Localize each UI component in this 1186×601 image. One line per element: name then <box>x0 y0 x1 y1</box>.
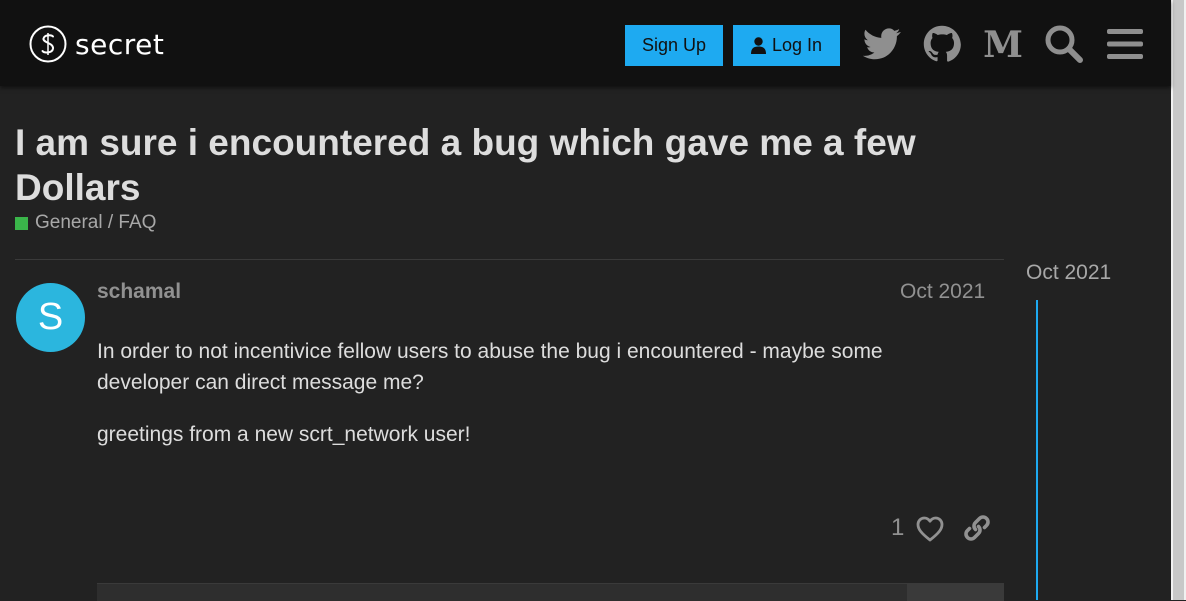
log-in-label: Log In <box>771 35 823 55</box>
like-count[interactable]: 1 <box>891 514 904 542</box>
log-in-button[interactable]: Log In <box>733 25 840 66</box>
medium-icon[interactable]: M <box>983 24 1023 64</box>
category-label: General / FAQ <box>35 212 157 233</box>
post-date[interactable]: Oct 2021 <box>900 280 985 304</box>
github-icon[interactable] <box>922 24 962 64</box>
secret-logo-icon <box>29 25 67 63</box>
post-username[interactable]: schamal <box>97 280 181 304</box>
related-topics-box <box>97 583 1004 601</box>
avatar-letter: S <box>37 296 64 338</box>
post-paragraph: greetings from a new scrt_network user! <box>97 423 471 446</box>
site-logo[interactable]: secret <box>29 24 164 64</box>
sign-up-button[interactable]: Sign Up <box>625 25 723 66</box>
topic-title[interactable]: I am sure i encountered a bug which gave… <box>15 120 975 210</box>
menu-icon[interactable] <box>1105 24 1145 64</box>
post-body: In order to not incentivice fellow users… <box>97 336 977 471</box>
topic-divider <box>15 259 1004 260</box>
scrollbar[interactable] <box>1171 0 1186 600</box>
twitter-icon[interactable] <box>862 24 902 64</box>
logo-text: secret <box>75 27 165 61</box>
user-icon <box>750 37 766 54</box>
site-header: secret Sign Up Log In M <box>0 0 1171 86</box>
search-icon[interactable] <box>1044 24 1084 64</box>
timeline-scroller[interactable] <box>1036 300 1038 600</box>
svg-text:M: M <box>983 28 1023 60</box>
scrollbar-thumb[interactable] <box>1173 0 1184 600</box>
heart-icon[interactable] <box>915 514 945 544</box>
avatar[interactable]: S <box>16 283 85 352</box>
timeline-date[interactable]: Oct 2021 <box>1026 261 1111 285</box>
link-icon[interactable] <box>962 513 992 543</box>
post-paragraph: In order to not incentivice fellow users… <box>97 340 883 394</box>
related-topics-header-cell <box>907 584 1004 601</box>
category-color-swatch <box>15 216 28 230</box>
category-badge[interactable]: General / FAQ <box>15 212 156 234</box>
